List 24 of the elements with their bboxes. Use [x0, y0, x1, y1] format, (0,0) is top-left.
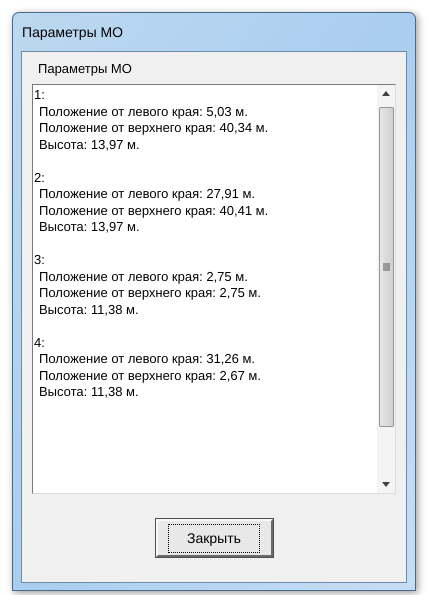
grip-icon [382, 263, 390, 271]
entry-line: Положение от верхнего края: 40,34 м. [38, 120, 270, 136]
scroll-thumb[interactable] [378, 107, 394, 427]
entry-line: Положение от левого края: 31,26 м. [38, 351, 256, 368]
entry-header: 2: [34, 170, 46, 186]
entry-line: Положение от левого края: 2,75 м. [38, 268, 249, 285]
entry-line: Положение от верхнего края: 2,75 м. [38, 285, 262, 302]
entry-line: Положение от левого края: 5,03 м. [38, 104, 249, 120]
entry-header: 1: [34, 87, 46, 104]
scrollbar[interactable] [377, 85, 395, 493]
panel-label: Параметры МО [37, 60, 133, 78]
scroll-down-icon[interactable] [382, 482, 390, 487]
entry-line: Высота: 13,97 м. [38, 219, 141, 236]
entry-line: Положение от левого края: 27,91 м. [38, 186, 256, 202]
scroll-up-icon[interactable] [382, 91, 390, 96]
close-button[interactable]: Закрыть [156, 519, 272, 557]
entry-line: Положение от верхнего края: 40,41 м. [38, 202, 270, 219]
entry-line: Высота: 11,38 м. [38, 302, 140, 318]
entry-line: Положение от верхнего края: 2,67 м. [38, 368, 262, 384]
entry-header: 3: [34, 252, 46, 268]
entry-header: 4: [34, 334, 46, 351]
entry-line: Высота: 13,97 м. [38, 136, 141, 153]
entry-line: Высота: 11,38 м. [38, 384, 140, 400]
window-title: Параметры МО [22, 22, 124, 42]
